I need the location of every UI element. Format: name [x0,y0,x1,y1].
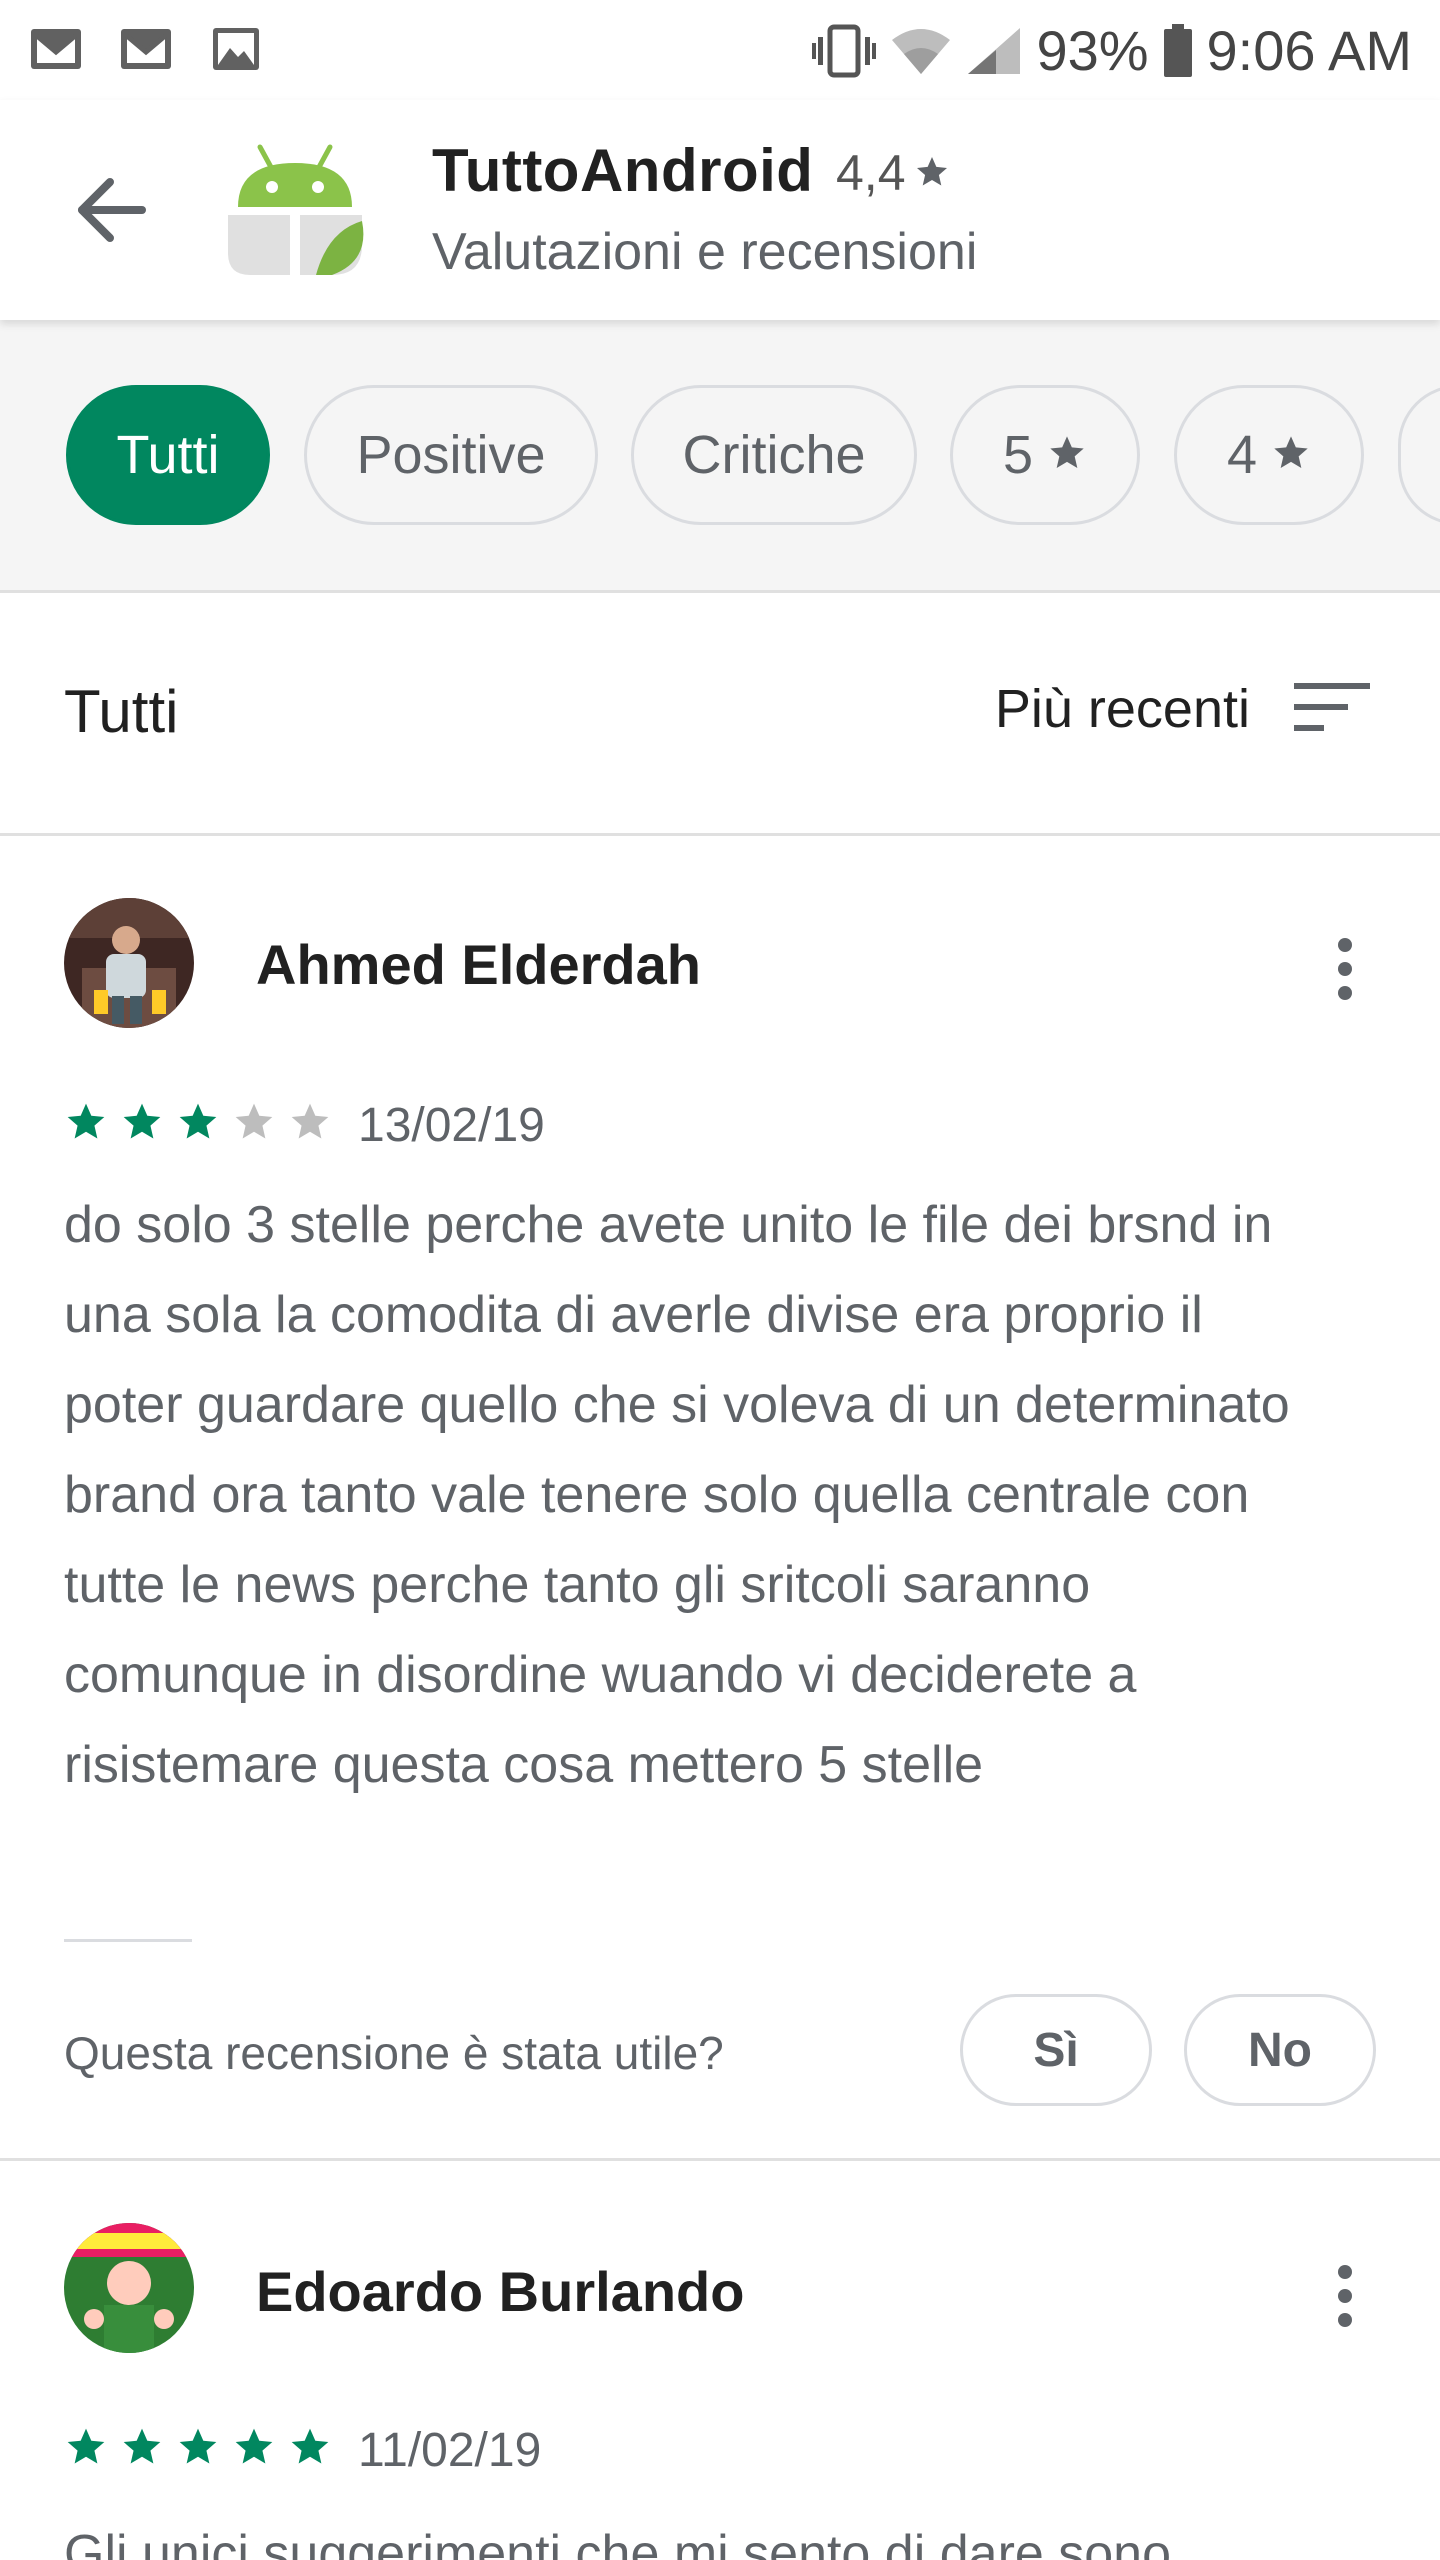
status-bar: 93% 9:06 AM [0,0,1440,100]
reviewer-name: Ahmed Elderdah [256,933,701,996]
page-subtitle: Valutazioni e recensioni [432,223,978,281]
star-empty-icon [288,1100,332,1149]
chip-5-stars[interactable]: 5 [950,385,1140,525]
app-header: TuttoAndroid 4,4 Valutazioni e recension… [0,100,1440,320]
back-button[interactable] [70,170,156,250]
helpful-yes-button[interactable]: Sì [960,1994,1152,2106]
image-icon [210,26,262,72]
app-rating: 4,4 [836,144,950,202]
reviews-section-header: Tutti Più recenti [0,593,1440,836]
review-card: Edoardo Burlando 11/02/19 Gli unici sugg… [0,2161,1440,2560]
chip-label: Critiche [682,425,866,485]
chip-label: 5 [1002,425,1034,485]
star-icon [1047,424,1087,486]
chip-tutti[interactable]: Tutti [66,385,270,525]
review-text: do solo 3 stelle perche avete unito le f… [64,1196,1290,1794]
chip-label: 4 [1226,425,1258,485]
chip-critiche[interactable]: Critiche [631,385,917,525]
more-options-button[interactable] [1310,924,1380,1014]
star-icon [1271,424,1311,486]
star-icon [914,144,950,202]
button-label: No [1248,2023,1312,2077]
more-options-button[interactable] [1310,2251,1380,2341]
vibrate-icon [812,23,877,79]
helpful-question: Questa recensione è stata utile? [64,2027,724,2079]
gmail-icon [120,26,172,72]
app-logo-icon [220,135,370,285]
chip-label: Positive [356,425,546,485]
sort-icon [1294,679,1370,740]
star-rating [64,2425,332,2474]
wifi-icon [890,26,952,76]
chip-positive[interactable]: Positive [304,385,598,525]
app-name: TuttoAndroid [432,137,814,204]
more-vert-icon [1338,2265,1352,2279]
star-filled-icon [288,2425,332,2474]
review-card: Ahmed Elderdah 13/02/19 do solo 3 stelle… [0,836,1440,2158]
star-filled-icon [64,2425,108,2474]
star-rating [64,1100,332,1149]
notification-icons [30,26,262,72]
gmail-icon [30,26,82,72]
star-filled-icon [176,1100,220,1149]
review-text: Gli unici suggerimenti che mi sento di d… [64,2525,1172,2560]
star-filled-icon [176,2425,220,2474]
sort-button[interactable]: Più recenti [995,669,1370,749]
battery-icon [1163,23,1193,78]
reviewer-name: Edoardo Burlando [256,2260,745,2323]
chip-more-partial[interactable] [1398,385,1440,525]
star-filled-icon [232,2425,276,2474]
arrow-back-icon [70,178,156,254]
chip-label: Tutti [116,425,220,485]
review-date: 13/02/19 [358,1099,545,1152]
avatar[interactable] [64,2223,194,2353]
chip-4-stars[interactable]: 4 [1174,385,1364,525]
filter-chip-row: Tutti Positive Critiche 5 4 [0,320,1440,593]
star-filled-icon [120,2425,164,2474]
helpful-no-button[interactable]: No [1184,1994,1376,2106]
sort-label: Più recenti [994,679,1250,739]
more-vert-icon [1338,938,1352,952]
star-filled-icon [120,1100,164,1149]
section-title: Tutti [64,678,179,745]
battery-percent: 93% [1036,19,1149,82]
signal-icon [966,26,1022,76]
star-empty-icon [232,1100,276,1149]
button-label: Sì [1033,2023,1079,2077]
avatar[interactable] [64,898,194,1028]
divider [64,1939,192,1942]
star-filled-icon [64,1100,108,1149]
review-date: 11/02/19 [358,2424,542,2477]
app-rating-value: 4,4 [836,145,906,201]
clock: 9:06 AM [1206,19,1412,82]
system-status: 93% 9:06 AM [812,18,1412,83]
